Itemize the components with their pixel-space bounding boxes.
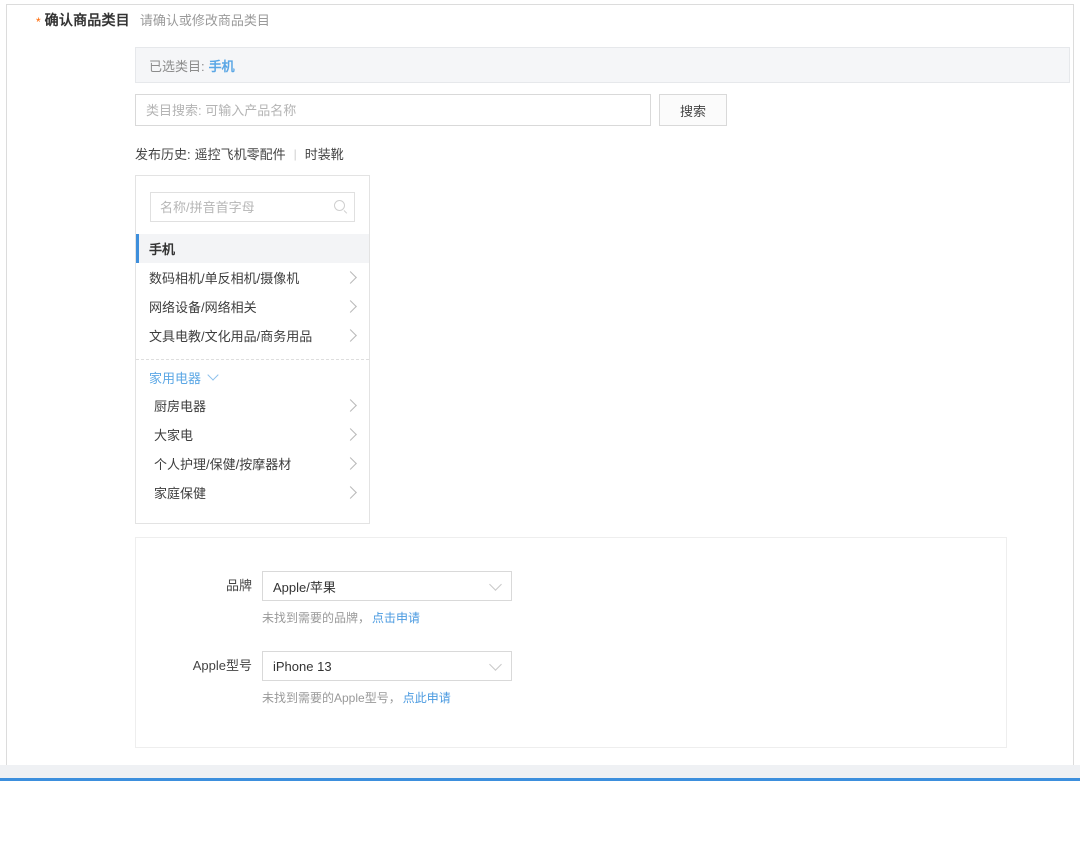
publish-history-item-0[interactable]: 遥控飞机零配件 <box>195 144 286 163</box>
category-item-label: 个人护理/保健/按摩器材 <box>154 457 292 472</box>
category-search-row: 搜索 <box>135 94 1070 126</box>
selected-category-banner: 已选类目: 手机 <box>135 47 1070 83</box>
chevron-down-icon <box>207 369 219 381</box>
category-item-label: 网络设备/网络相关 <box>149 300 257 315</box>
brand-field: Apple/苹果 未找到需要的品牌， 点击申请 <box>262 571 512 626</box>
model-apply-link[interactable]: 点此申请 <box>403 691 451 705</box>
brand-label: 品牌 <box>225 578 252 593</box>
brand-select-value: Apple/苹果 <box>273 579 336 595</box>
brand-field-row: 品牌 Apple/苹果 未找到需要的品牌， 点击申请 <box>136 571 512 626</box>
footer-separator-band <box>0 765 1080 778</box>
product-category-page: * 确认商品类目 请确认或修改商品类目 已选类目: 手机 搜索 发布历史: 遥控… <box>0 0 1080 857</box>
category-item-label: 厨房电器 <box>154 399 207 414</box>
category-group-header[interactable]: 家用电器 <box>136 363 369 391</box>
category-filter-input[interactable] <box>150 192 355 222</box>
category-item-label: 文具电教/文化用品/商务用品 <box>149 329 313 344</box>
chevron-right-icon <box>344 486 357 499</box>
category-item-label: 大家电 <box>154 428 194 443</box>
chevron-down-icon <box>489 578 502 591</box>
model-hint-text: 未找到需要的Apple型号， <box>262 691 401 705</box>
category-search-button[interactable]: 搜索 <box>659 94 727 126</box>
model-hint: 未找到需要的Apple型号， 点此申请 <box>262 689 512 706</box>
publish-history-separator: | <box>293 146 297 161</box>
page-frame-left-border <box>6 4 7 780</box>
category-item-label: 家庭保健 <box>154 486 207 501</box>
chevron-down-icon <box>489 658 502 671</box>
publish-history-item-1[interactable]: 时装靴 <box>305 144 344 163</box>
category-filter-wrapper <box>136 176 369 234</box>
category-item[interactable]: 网络设备/网络相关 <box>136 292 369 321</box>
brand-apply-link[interactable]: 点击申请 <box>372 611 420 625</box>
category-item-label: 手机 <box>149 242 176 257</box>
brand-hint-text: 未找到需要的品牌， <box>262 611 371 625</box>
category-group-label: 家用电器 <box>149 370 202 386</box>
product-attributes-panel: 品牌 Apple/苹果 未找到需要的品牌， 点击申请 Apple型号 iPhone… <box>135 537 1007 748</box>
category-item[interactable]: 数码相机/单反相机/摄像机 <box>136 263 369 292</box>
form-field-header: * 确认商品类目 请确认或修改商品类目 <box>36 10 270 30</box>
page-frame-right-border <box>1073 4 1074 780</box>
brand-select[interactable]: Apple/苹果 <box>262 571 512 601</box>
category-list: 手机 数码相机/单反相机/摄像机 网络设备/网络相关 文具电教/文化用品/商务用… <box>136 234 369 507</box>
chevron-right-icon <box>344 428 357 441</box>
required-asterisk-icon: * <box>36 15 41 29</box>
brand-hint: 未找到需要的品牌， 点击申请 <box>262 609 512 626</box>
chevron-right-icon <box>344 271 357 284</box>
selected-category-value[interactable]: 手机 <box>209 56 235 75</box>
category-item-selected[interactable]: 手机 <box>136 234 369 263</box>
category-picker-panel: 手机 数码相机/单反相机/摄像机 网络设备/网络相关 文具电教/文化用品/商务用… <box>135 175 370 524</box>
selected-category-label: 已选类目: <box>149 58 205 74</box>
page-title: 确认商品类目 <box>44 12 130 28</box>
category-search-input[interactable] <box>135 94 651 126</box>
category-item[interactable]: 厨房电器 <box>136 391 369 420</box>
page-frame-top-border <box>6 4 1074 5</box>
model-field: iPhone 13 未找到需要的Apple型号， 点此申请 <box>262 651 512 706</box>
category-item[interactable]: 大家电 <box>136 420 369 449</box>
chevron-right-icon <box>344 300 357 313</box>
category-item[interactable]: 家庭保健 <box>136 478 369 507</box>
chevron-right-icon <box>344 399 357 412</box>
model-label: Apple型号 <box>192 658 252 673</box>
footer-area: 下一步, 完善商品信息 <box>0 781 1080 857</box>
category-item-label: 数码相机/单反相机/摄像机 <box>149 271 300 286</box>
category-filter-box <box>150 192 355 222</box>
category-item[interactable]: 文具电教/文化用品/商务用品 <box>136 321 369 350</box>
model-select[interactable]: iPhone 13 <box>262 651 512 681</box>
chevron-right-icon <box>344 457 357 470</box>
publish-history-label: 发布历史: <box>135 147 191 162</box>
page-title-hint: 请确认或修改商品类目 <box>139 13 270 28</box>
chevron-right-icon <box>344 329 357 342</box>
category-list-divider <box>136 359 369 360</box>
model-field-row: Apple型号 iPhone 13 未找到需要的Apple型号， 点此申请 <box>136 651 512 706</box>
publish-history: 发布历史: 遥控飞机零配件 | 时装靴 <box>135 144 344 163</box>
model-select-value: iPhone 13 <box>273 658 332 674</box>
category-item[interactable]: 个人护理/保健/按摩器材 <box>136 449 369 478</box>
